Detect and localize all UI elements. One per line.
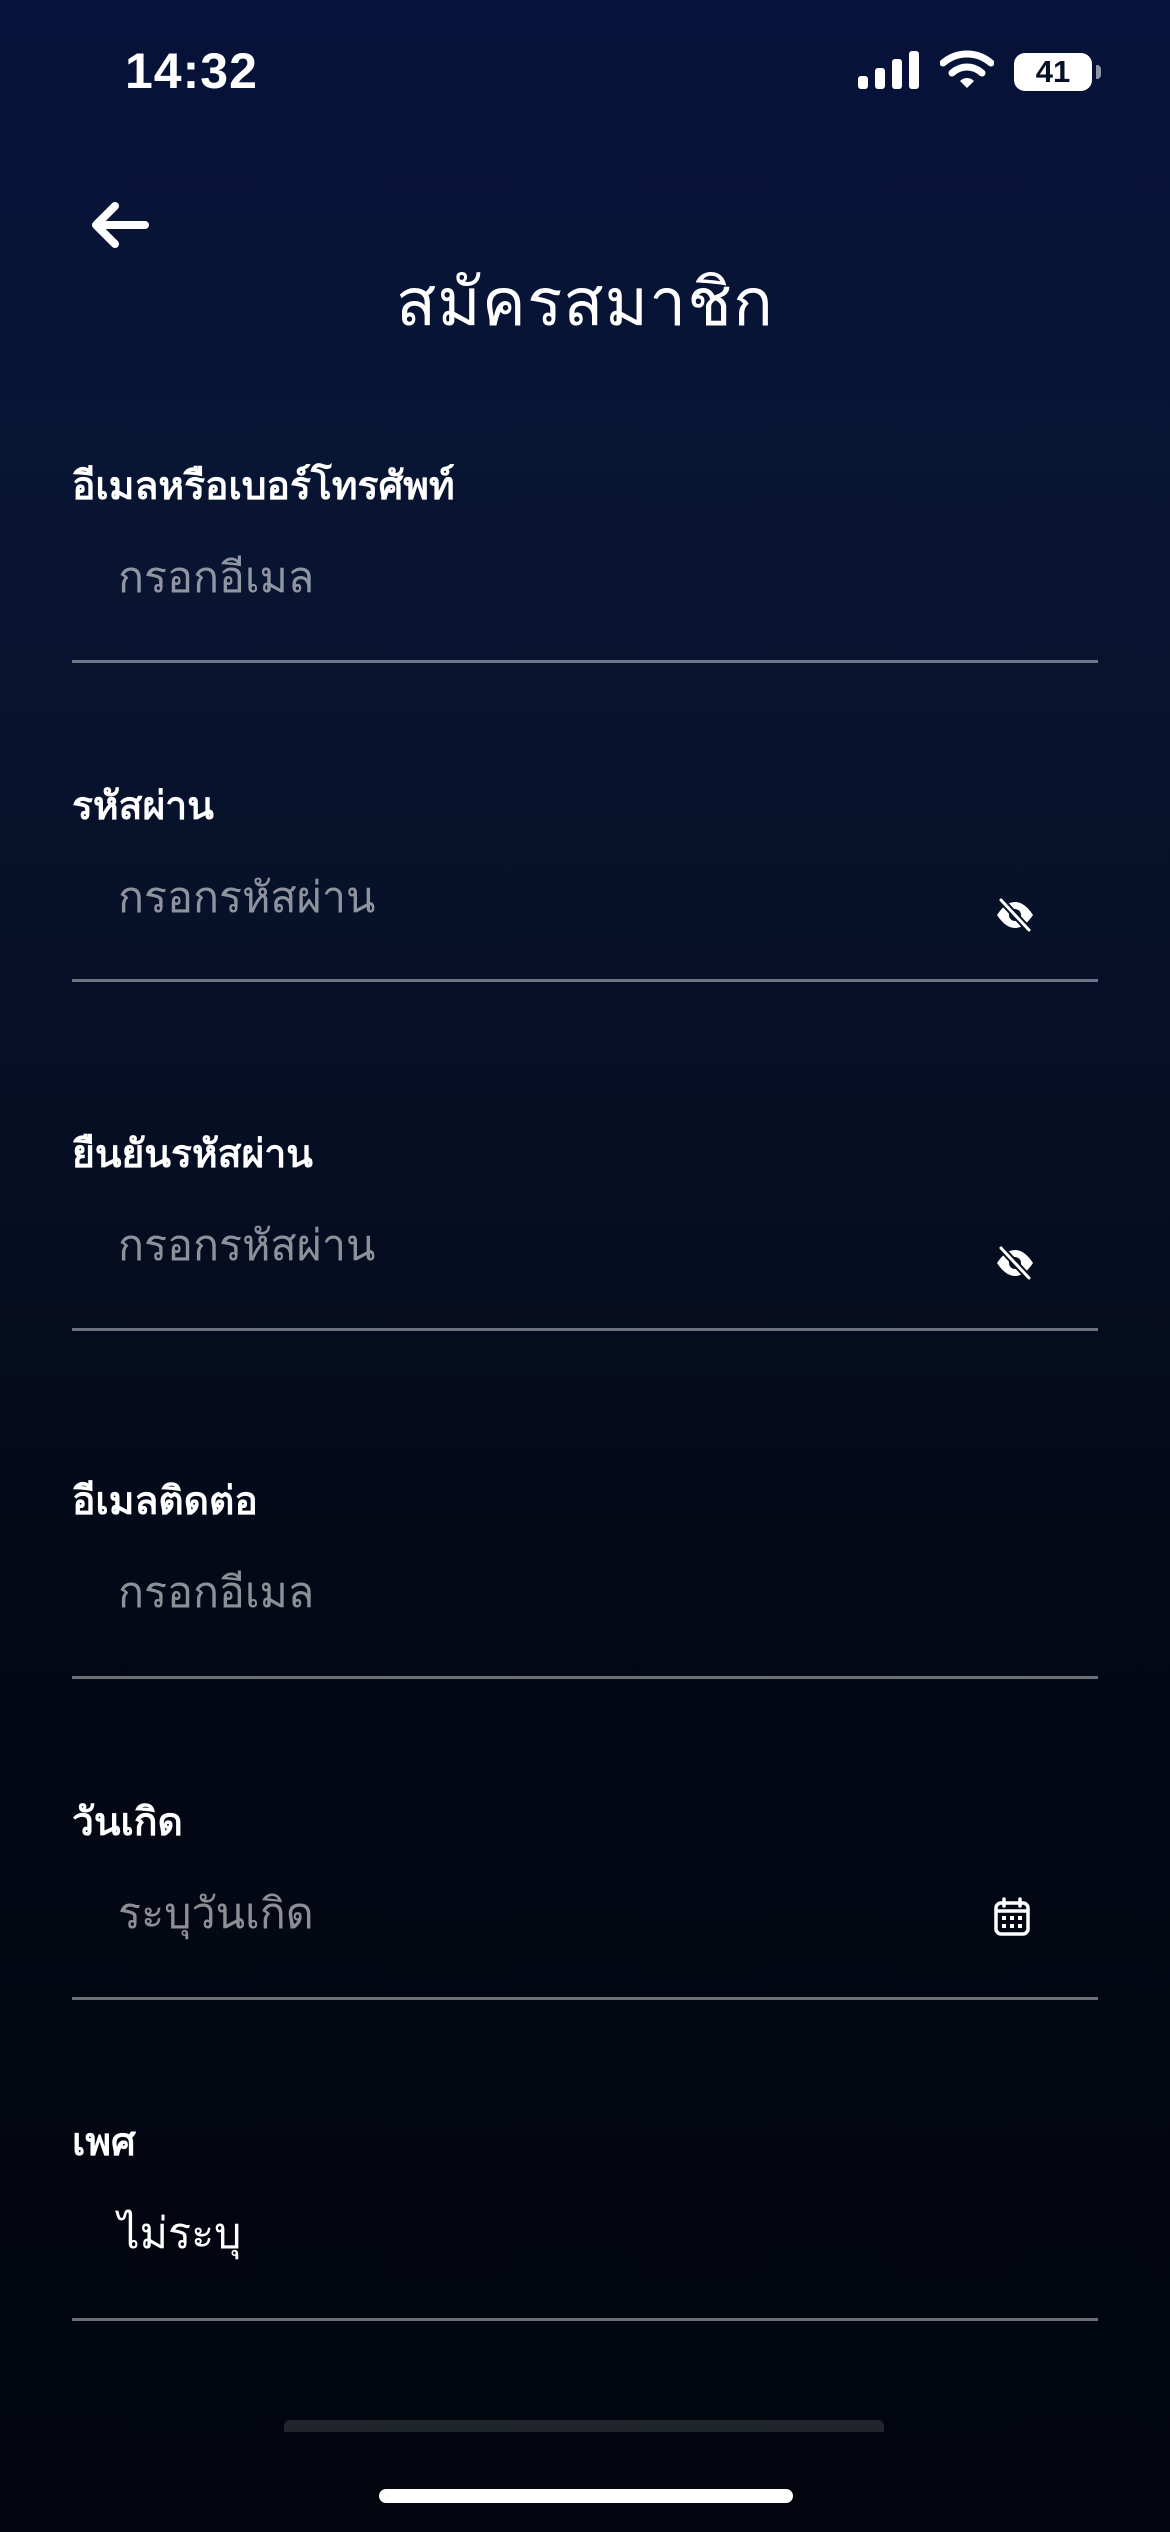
birthday-label: วันเกิด <box>72 1800 183 1845</box>
email-or-phone-divider <box>72 660 1098 663</box>
birthday-divider <box>72 1997 1098 2000</box>
confirm-password-input[interactable]: กรอกรหัสผ่าน <box>118 1211 998 1271</box>
battery-level: 41 <box>1035 54 1071 89</box>
status-icons: 41 <box>858 50 1101 94</box>
password-label: รหัสผ่าน <box>72 784 214 829</box>
status-time: 14:32 <box>125 43 258 99</box>
contact-email-field: อีเมลติดต่อ กรอกอีเมล <box>72 1470 1098 1680</box>
wifi-icon <box>939 50 995 94</box>
password-input[interactable]: กรอกรหัสผ่าน <box>118 863 998 923</box>
birthday-field: วันเกิด ระบุวันเกิด <box>72 1791 1098 2001</box>
gender-field: เพศ ไม่ระบุ <box>72 2111 1098 2321</box>
home-indicator <box>379 2489 793 2503</box>
confirm-password-label: ยืนยันรหัสผ่าน <box>72 1132 313 1177</box>
calendar-icon[interactable] <box>984 1892 1039 1942</box>
email-or-phone-input[interactable]: กรอกอีเมล <box>118 543 998 603</box>
battery-icon: 41 <box>1014 53 1101 91</box>
contact-email-input[interactable]: กรอกอีเมล <box>118 1558 998 1618</box>
gender-label: เพศ <box>72 2120 136 2165</box>
signal-icon <box>858 51 920 93</box>
birthday-input[interactable]: ระบุวันเกิด <box>118 1879 998 1939</box>
gender-divider <box>72 2318 1098 2321</box>
arrow-left-icon <box>88 199 150 255</box>
gender-select[interactable]: ไม่ระบุ <box>118 2199 998 2259</box>
eye-slash-icon[interactable] <box>987 890 1042 940</box>
email-or-phone-label: อีเมลหรือเบอร์โทรศัพท์ <box>72 464 455 509</box>
contact-email-divider <box>72 1676 1098 1679</box>
confirm-password-divider <box>72 1328 1098 1331</box>
confirm-password-field: ยืนยันรหัสผ่าน กรอกรหัสผ่าน <box>72 1123 1098 1333</box>
password-divider <box>72 979 1098 982</box>
password-field: รหัสผ่าน กรอกรหัสผ่าน <box>72 775 1098 985</box>
back-button[interactable] <box>84 196 154 258</box>
status-bar: 14:32 41 <box>0 0 1170 150</box>
contact-email-label: อีเมลติดต่อ <box>72 1479 258 1524</box>
eye-slash-icon[interactable] <box>987 1238 1042 1288</box>
bottom-partial-bar <box>284 2420 884 2432</box>
email-or-phone-field: อีเมลหรือเบอร์โทรศัพท์ กรอกอีเมล <box>72 455 1098 665</box>
page-title: สมัครสมาชิก <box>396 264 774 341</box>
